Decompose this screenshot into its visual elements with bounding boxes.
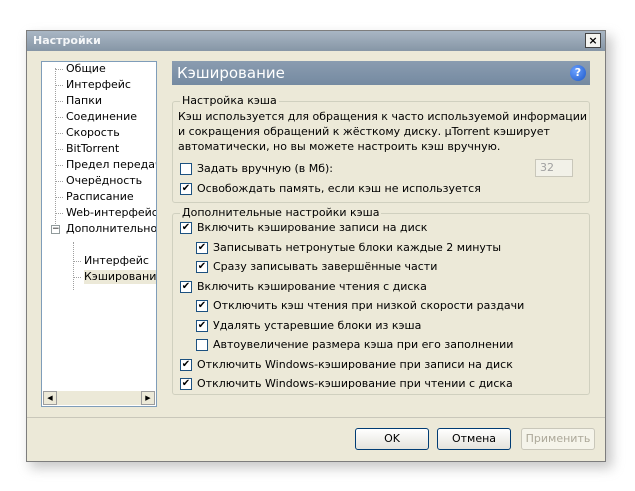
tree-item-queueing[interactable]: Очерёдность [66,174,142,188]
scroll-right-icon[interactable]: ▶ [141,391,155,405]
cache-option-checkbox[interactable] [196,339,208,351]
cache-settings-group-label: Настройка кэша [180,94,279,107]
free-memory-checkbox[interactable]: ✔ [180,183,192,195]
settings-tree[interactable]: Общие Интерфейс Папки Соединение Скорост… [41,61,157,407]
cache-option-label: Записывать нетронутые блоки каждые 2 мин… [213,240,502,254]
cache-option-checkbox[interactable]: ✔ [180,378,192,390]
cache-option-label: Включить кэширование чтения с диска [197,279,427,293]
window-title: Настройки [33,34,101,47]
cache-option-checkbox[interactable]: ✔ [180,222,192,234]
cache-option-checkbox[interactable]: ✔ [196,261,208,273]
cache-option-label: Отключить Windows-кэширование при чтении… [197,377,513,390]
advanced-cache-group-label: Дополнительные настройки кэша [180,206,382,219]
close-button[interactable]: × [585,33,601,48]
panel-title: Кэширование [177,64,285,82]
cache-option-label: Сразу записывать завершённые части [213,260,438,273]
help-icon[interactable]: ? [570,65,586,81]
scroll-left-icon[interactable]: ◀ [43,391,57,405]
settings-dialog: Настройки × Общие Интерфейс Папки Соедин… [26,30,606,462]
tree-item-general[interactable]: Общие [66,62,106,76]
footer-divider [27,417,605,418]
tree-item-folders[interactable]: Папки [66,94,102,108]
tree-item-bittorrent[interactable]: BitTorrent [66,142,119,156]
cache-option-label: Отключить кэш чтения при низкой скорости… [213,299,525,312]
tree-item-transfer-cap[interactable]: Предел передачи [66,158,156,172]
tree-item-advanced-interface[interactable]: Интерфейс [84,254,149,268]
manual-cache-checkbox[interactable] [180,163,192,175]
cache-option-label: Удалять устаревшие блоки из кэша [213,318,422,332]
free-memory-label: Освобождать память, если кэш не использу… [197,182,481,195]
cache-option-checkbox[interactable]: ✔ [180,280,192,293]
ok-button[interactable]: OK [355,428,429,450]
tree-item-speed[interactable]: Скорость [66,126,120,140]
cache-option-checkbox[interactable]: ✔ [196,241,208,254]
cache-description: Кэш используется для обращения к часто и… [178,110,588,153]
cache-size-input[interactable]: 32 [535,159,573,177]
panel-header: Кэширование ? [172,61,590,85]
tree-item-caching[interactable]: Кэширование [84,270,156,284]
tree-item-advanced[interactable]: Дополнительно [66,222,156,236]
cache-option-checkbox[interactable]: ✔ [196,319,208,332]
cache-option-label: Отключить Windows-кэширование при записи… [197,357,513,371]
tree-item-scheduler[interactable]: Расписание [66,190,134,204]
cache-option-checkbox[interactable]: ✔ [180,358,192,371]
cache-option-checkbox[interactable]: ✔ [196,300,208,312]
apply-button[interactable]: Применить [521,428,595,450]
manual-cache-label: Задать вручную (в Мб): [197,162,334,175]
tree-horizontal-scrollbar[interactable]: ◀ ▶ [43,391,155,405]
cache-option-label: Включить кэширование записи на диск [197,221,428,234]
cache-option-label: Автоувеличение размера кэша при его запо… [213,338,514,351]
cancel-button[interactable]: Отмена [437,428,511,450]
tree-item-web-ui[interactable]: Web-интерфейс [66,206,156,220]
tree-item-interface[interactable]: Интерфейс [66,78,131,92]
expand-collapse-icon[interactable]: − [51,225,60,234]
title-bar[interactable]: Настройки × [27,31,605,51]
tree-item-connection[interactable]: Соединение [66,110,137,124]
